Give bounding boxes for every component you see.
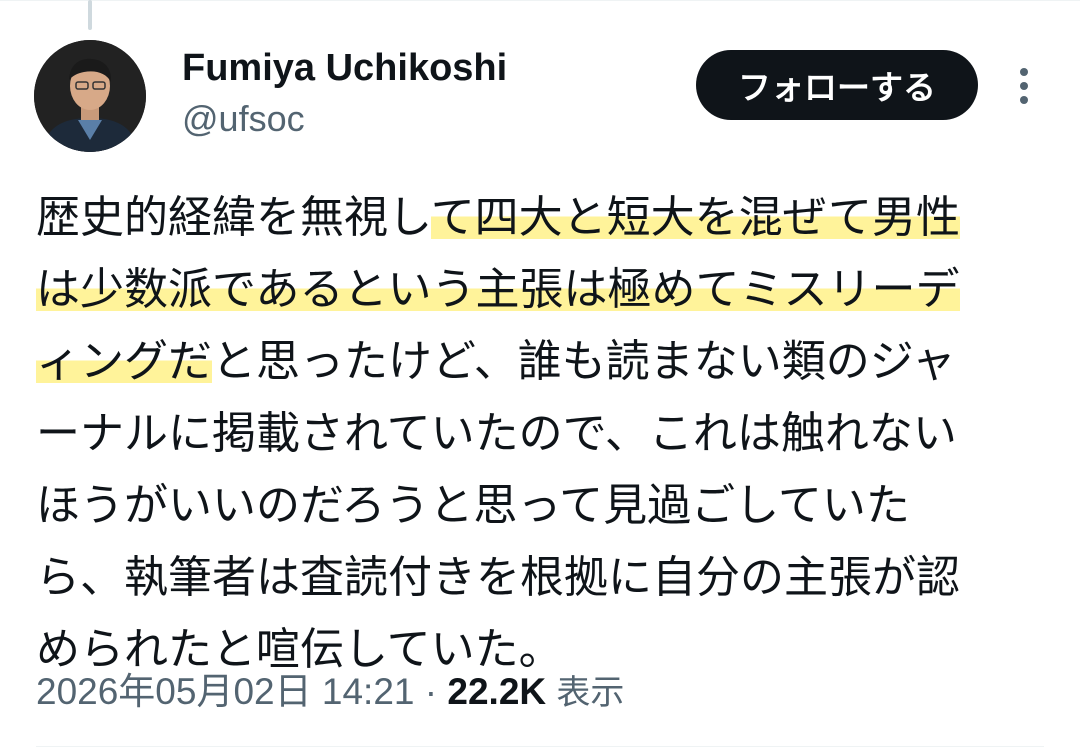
- more-vertical-icon: [1020, 68, 1028, 104]
- views-count[interactable]: 22.2K: [447, 671, 546, 712]
- meta-separator: ·: [424, 671, 438, 712]
- highlighted-text: て四大と短大を混ぜて男性: [430, 192, 961, 243]
- thread-connector-line: [88, 0, 92, 30]
- tweet-text-segment: ら、執筆者は査読付きを根拠に自分の主張が認: [36, 552, 960, 603]
- tweet-line: 歴史的経緯を無視して四大と短大を混ぜて男性: [36, 182, 1056, 254]
- tweet-line: ら、執筆者は査読付きを根拠に自分の主張が認: [36, 542, 1056, 614]
- tweet-text-segment: ほうがいいのだろうと思って見過ごしていた: [36, 480, 910, 531]
- bottom-divider: [36, 746, 1044, 747]
- highlighted-text: は少数派であるという主張は極めてミスリーデ: [36, 264, 960, 315]
- author-handle[interactable]: @ufsoc: [182, 96, 305, 142]
- highlighted-text: ィングだ: [36, 336, 212, 387]
- tweet-line: は少数派であるという主張は極めてミスリーデ: [36, 254, 1056, 326]
- author-display-name[interactable]: Fumiya Uchikoshi: [182, 44, 507, 92]
- views-label: 表示: [556, 673, 625, 713]
- tweet-text-segment: と思ったけど、誰も読まない類のジャ: [212, 336, 956, 387]
- follow-button[interactable]: フォローする: [696, 50, 978, 120]
- tweet-line: ィングだと思ったけど、誰も読まない類のジャ: [36, 326, 1056, 398]
- avatar-image: [34, 40, 146, 152]
- more-options-button[interactable]: [1004, 64, 1044, 108]
- tweet-timestamp[interactable]: 2026年05月02日 14:21: [36, 671, 415, 712]
- tweet-text-segment: ーナルに掲載されていたので、これは触れない: [36, 408, 957, 459]
- tweet-text-segment: 歴史的経緯を無視し: [36, 192, 431, 243]
- top-divider: [0, 0, 1080, 1]
- avatar[interactable]: [34, 40, 146, 152]
- tweet-metadata: 2026年05月02日 14:21 · 22.2K 表示: [36, 666, 1036, 719]
- tweet-line: ーナルに掲載されていたので、これは触れない: [36, 398, 1056, 470]
- tweet-text: 歴史的経緯を無視して四大と短大を混ぜて男性は少数派であるという主張は極めてミスリ…: [36, 182, 1056, 686]
- tweet-line: ほうがいいのだろうと思って見過ごしていた: [36, 470, 1056, 542]
